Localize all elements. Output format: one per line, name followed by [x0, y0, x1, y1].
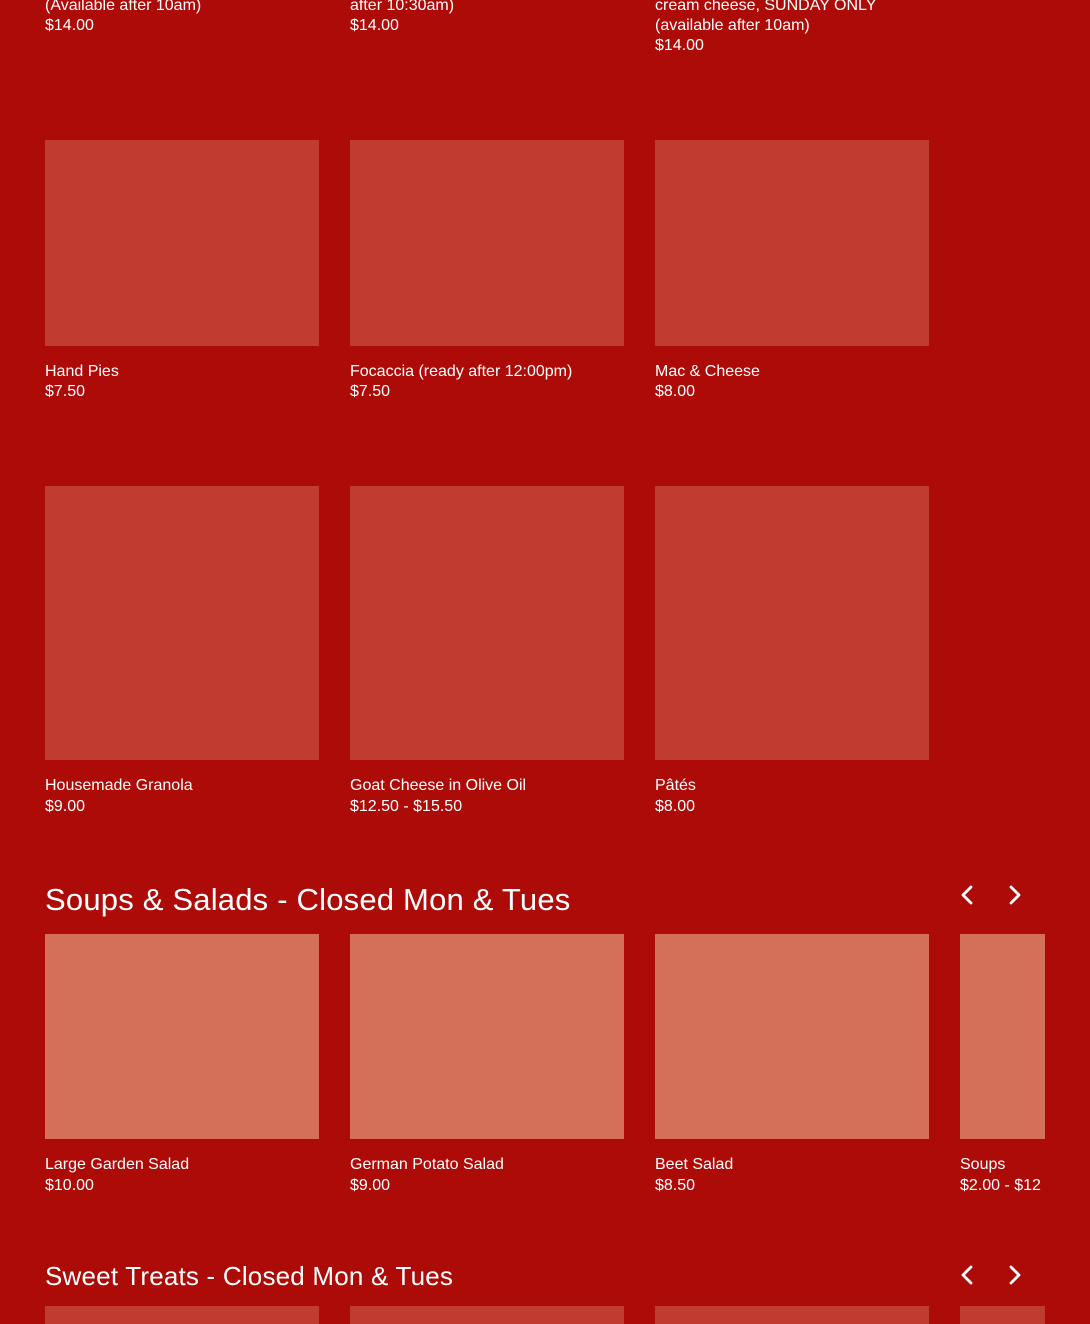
product-image-focaccia[interactable] — [350, 140, 624, 346]
product-name[interactable]: Soups — [960, 1155, 1005, 1175]
product-price: $14.00 — [655, 37, 704, 54]
chevron-right-icon — [1009, 1265, 1021, 1285]
product-price: $2.00 - $12 — [960, 1177, 1041, 1194]
product-price: $14.00 — [350, 17, 399, 34]
carousel-next-button[interactable] — [1001, 881, 1029, 909]
product-image-beet-salad[interactable] — [655, 934, 929, 1139]
product-name[interactable]: German Potato Salad — [350, 1155, 504, 1175]
product-image-sweet-4[interactable] — [960, 1306, 1045, 1324]
product-price: $8.50 — [655, 1177, 696, 1194]
product-name[interactable]: Housemade Granola — [45, 776, 193, 796]
product-image-soups[interactable] — [960, 934, 1045, 1139]
product-price: $14.00 — [45, 17, 94, 34]
product-price: $9.00 — [45, 798, 86, 815]
product-price: $12.50 - $15.50 — [350, 798, 463, 815]
carousel-clip-soups: Soups $2.00 - $12 — [960, 934, 1045, 1204]
product-image-potato-salad[interactable] — [350, 934, 624, 1139]
product-price: $7.50 — [45, 383, 86, 400]
product-name[interactable]: cream cheese, SUNDAY ONLY — [655, 0, 876, 16]
product-image-granola[interactable] — [45, 486, 319, 760]
chevron-left-icon — [961, 1265, 973, 1285]
product-name[interactable]: Focaccia (ready after 12:00pm) — [350, 362, 572, 382]
product-name[interactable]: Beet Salad — [655, 1155, 733, 1175]
carousel-next-button[interactable] — [1001, 1261, 1029, 1289]
product-name-line-2[interactable]: (available after 10am) — [655, 16, 810, 36]
product-image-mac-cheese[interactable] — [655, 140, 929, 346]
product-image-goat-cheese[interactable] — [350, 486, 624, 760]
product-name[interactable]: Mac & Cheese — [655, 362, 760, 382]
product-name[interactable]: Goat Cheese in Olive Oil — [350, 776, 526, 796]
product-image-sweet-3[interactable] — [655, 1306, 929, 1324]
carousel-prev-button[interactable] — [953, 1261, 981, 1289]
chevron-right-icon — [1009, 885, 1021, 905]
product-price: $8.00 — [655, 798, 696, 815]
product-image-hand-pies[interactable] — [45, 140, 319, 346]
product-price: $8.00 — [655, 383, 696, 400]
product-name[interactable]: (Available after 10am) — [45, 0, 201, 16]
section-title-sweet-treats: Sweet Treats - Closed Mon & Tues — [45, 1261, 454, 1291]
product-name[interactable]: Hand Pies — [45, 362, 119, 382]
product-name[interactable]: after 10:30am) — [350, 0, 454, 16]
product-image-sweet-1[interactable] — [45, 1306, 319, 1324]
product-price: $9.00 — [350, 1177, 391, 1194]
product-image-garden-salad[interactable] — [45, 934, 319, 1139]
product-image-pates[interactable] — [655, 486, 929, 760]
product-price: $10.00 — [45, 1177, 94, 1194]
product-price: $7.50 — [350, 383, 391, 400]
section-title-soups-salads: Soups & Salads - Closed Mon & Tues — [45, 882, 571, 917]
chevron-left-icon — [961, 885, 973, 905]
product-name[interactable]: Large Garden Salad — [45, 1155, 189, 1175]
product-image-sweet-2[interactable] — [350, 1306, 624, 1324]
product-name[interactable]: Pâtés — [655, 776, 696, 796]
carousel-prev-button[interactable] — [953, 881, 981, 909]
